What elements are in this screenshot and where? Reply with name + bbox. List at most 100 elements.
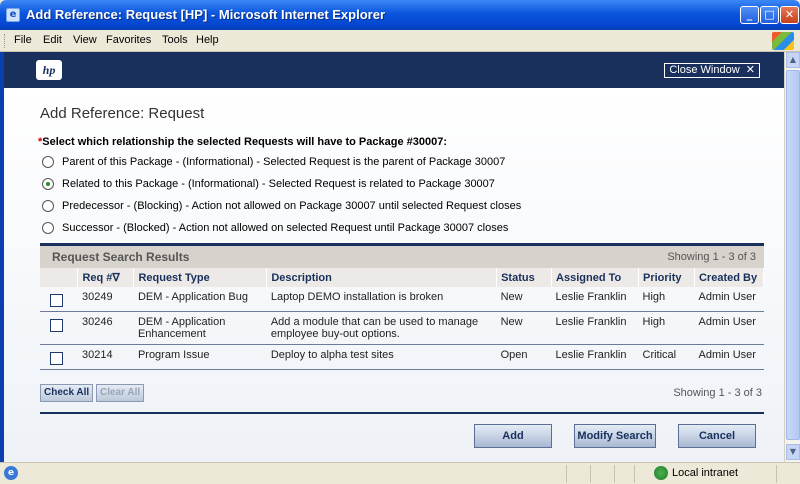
radio-label: Successor - (Blocked) - Action not allow… xyxy=(62,222,509,234)
cell-assigned-to: Leslie Franklin xyxy=(551,311,639,345)
radio-label: Related to this Package - (Informational… xyxy=(62,178,495,190)
cell-req-number: 30246 xyxy=(77,311,134,345)
section-divider xyxy=(40,412,764,414)
menu-favorites[interactable]: Favorites xyxy=(106,34,151,46)
cell-description: Deploy to alpha test sites xyxy=(266,344,497,370)
cell-priority: High xyxy=(638,287,695,312)
cell-request-type: Program Issue xyxy=(133,344,267,370)
selection-controls: Check All Clear All Showing 1 - 3 of 3 xyxy=(40,384,764,408)
row-checkbox[interactable] xyxy=(50,352,63,365)
results-count-top: Showing 1 - 3 of 3 xyxy=(667,251,756,263)
radio-button[interactable] xyxy=(42,156,54,168)
status-cell xyxy=(566,465,567,483)
cell-status: New xyxy=(496,311,552,345)
resize-grip[interactable] xyxy=(776,465,777,483)
modify-search-button[interactable]: Modify Search xyxy=(574,424,656,448)
radio-label: Predecessor - (Blocking) - Action not al… xyxy=(62,200,522,212)
minimize-button[interactable]: _ xyxy=(740,6,759,24)
cell-req-number: 30249 xyxy=(77,287,134,312)
check-all-button[interactable]: Check All xyxy=(40,384,94,402)
col-request-type[interactable]: Request Type xyxy=(133,268,268,287)
menu-tools[interactable]: Tools xyxy=(162,34,188,46)
intranet-globe-icon xyxy=(654,466,668,480)
table-row: 30214 Program Issue Deploy to alpha test… xyxy=(40,344,764,370)
close-window-link[interactable]: Close Window ✕ xyxy=(664,63,760,78)
close-window-label: Close Window xyxy=(669,64,740,76)
results-title: Request Search Results xyxy=(52,250,190,264)
radio-option-predecessor[interactable]: Predecessor - (Blocking) - Action not al… xyxy=(42,200,521,212)
cell-created-by: Admin User xyxy=(694,311,764,345)
cell-status: New xyxy=(496,287,552,312)
cell-created-by: Admin User xyxy=(694,287,764,312)
cell-description: Add a module that can be used to manage … xyxy=(266,311,497,345)
main-content: Add Reference: Request *Select which rel… xyxy=(4,88,784,462)
cell-request-type: DEM - Application Bug xyxy=(133,287,267,312)
col-priority[interactable]: Priority xyxy=(638,268,695,287)
scroll-up-icon[interactable]: ▲ xyxy=(786,52,800,68)
results-count-bottom: Showing 1 - 3 of 3 xyxy=(673,387,762,399)
radio-button-selected[interactable] xyxy=(42,178,54,190)
radio-button[interactable] xyxy=(42,222,54,234)
window-titlebar: e Add Reference: Request [HP] - Microsof… xyxy=(0,0,800,30)
cell-assigned-to: Leslie Franklin xyxy=(551,287,639,312)
menu-help[interactable]: Help xyxy=(196,34,219,46)
radio-label: Parent of this Package - (Informational)… xyxy=(62,156,506,168)
row-checkbox[interactable] xyxy=(50,294,63,307)
table-row: 30249 DEM - Application Bug Laptop DEMO … xyxy=(40,287,764,312)
menu-edit[interactable]: Edit xyxy=(43,34,62,46)
cell-priority: High xyxy=(638,311,695,345)
cell-priority: Critical xyxy=(638,344,695,370)
page-viewport: hp Close Window ✕ Add Reference: Request… xyxy=(4,52,784,462)
cell-request-type: DEM - Application Enhancement xyxy=(133,311,267,345)
cell-description: Laptop DEMO installation is broken xyxy=(266,287,497,312)
window-title: Add Reference: Request [HP] - Microsoft … xyxy=(26,7,385,22)
close-button[interactable]: ✕ xyxy=(780,6,799,24)
row-checkbox[interactable] xyxy=(50,319,63,332)
toolbar-grip xyxy=(4,34,6,48)
question-text: Select which relationship the selected R… xyxy=(42,136,447,148)
table-header-row: Req #∇ Request Type Description Status A… xyxy=(40,268,765,287)
col-assigned-to[interactable]: Assigned To xyxy=(551,268,639,287)
page-done-icon: e xyxy=(4,466,18,480)
radio-option-successor[interactable]: Successor - (Blocked) - Action not allow… xyxy=(42,222,508,234)
relationship-question: *Select which relationship the selected … xyxy=(38,136,447,148)
radio-option-parent[interactable]: Parent of this Package - (Informational)… xyxy=(42,156,505,168)
col-req-number[interactable]: Req #∇ xyxy=(77,268,135,287)
status-cell xyxy=(590,465,591,483)
request-search-results: Request Search Results Showing 1 - 3 of … xyxy=(40,243,765,370)
cell-status: Open xyxy=(496,344,552,370)
cell-req-number: 30214 xyxy=(77,344,134,370)
hp-header-bar: hp Close Window ✕ xyxy=(4,52,784,88)
results-header: Request Search Results Showing 1 - 3 of … xyxy=(40,243,764,268)
cell-created-by: Admin User xyxy=(694,344,764,370)
cancel-button[interactable]: Cancel xyxy=(678,424,756,448)
results-table: Req #∇ Request Type Description Status A… xyxy=(40,268,765,370)
radio-option-related[interactable]: Related to this Package - (Informational… xyxy=(42,178,495,190)
col-status[interactable]: Status xyxy=(496,268,553,287)
close-x-icon: ✕ xyxy=(742,64,755,76)
vertical-scrollbar[interactable]: ▲ ▼ xyxy=(784,52,800,462)
maximize-button[interactable]: □ xyxy=(760,6,779,24)
cell-assigned-to: Leslie Franklin xyxy=(551,344,639,370)
menu-bar: File Edit View Favorites Tools Help xyxy=(0,30,800,52)
add-button[interactable]: Add xyxy=(474,424,552,448)
scroll-down-icon[interactable]: ▼ xyxy=(786,444,800,460)
radio-button[interactable] xyxy=(42,200,54,212)
col-select xyxy=(40,268,79,287)
security-zone: Local intranet xyxy=(654,466,738,480)
page-title: Add Reference: Request xyxy=(40,105,205,122)
menu-view[interactable]: View xyxy=(73,34,97,46)
table-row: 30246 DEM - Application Enhancement Add … xyxy=(40,311,764,345)
status-bar: e Local intranet xyxy=(0,462,800,484)
status-cell xyxy=(614,465,615,483)
hp-logo: hp xyxy=(36,60,62,80)
status-cell xyxy=(634,465,635,483)
windows-logo-icon xyxy=(772,32,794,50)
menu-file[interactable]: File xyxy=(14,34,32,46)
scrollbar-thumb[interactable] xyxy=(786,70,800,440)
col-created-by[interactable]: Created By xyxy=(694,268,765,287)
zone-label: Local intranet xyxy=(672,467,739,479)
col-description[interactable]: Description xyxy=(266,268,498,287)
clear-all-button[interactable]: Clear All xyxy=(96,384,145,402)
ie-window-icon: e xyxy=(6,8,20,22)
